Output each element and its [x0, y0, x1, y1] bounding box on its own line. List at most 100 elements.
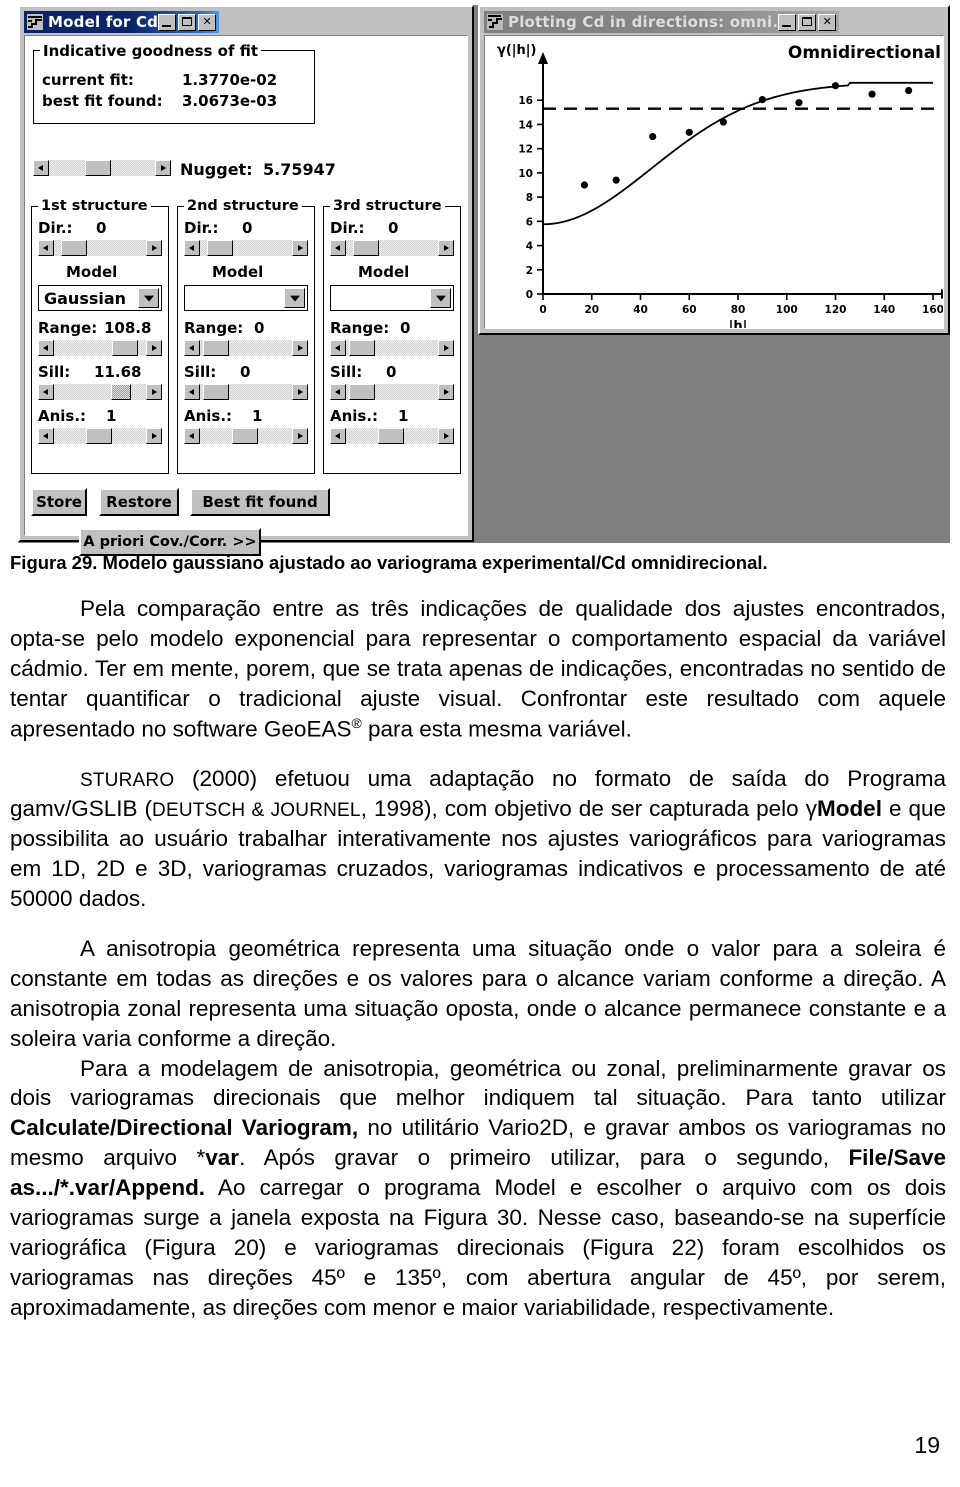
- store-button[interactable]: Store: [31, 488, 87, 516]
- screenshot-region: Model for Cd ✕ Indicative goodness of fi…: [0, 0, 960, 556]
- chevron-down-icon[interactable]: [284, 288, 305, 308]
- model-window-title: Model for Cd: [48, 13, 159, 31]
- structure3-range-thumb[interactable]: [348, 340, 375, 356]
- structure2-anis-right-arrow[interactable]: [292, 428, 308, 444]
- structure3-sill-left-arrow[interactable]: [330, 384, 346, 400]
- nugget-slider-track[interactable]: [49, 160, 155, 176]
- second-structure-group: 2nd structure Dir.: 0 Model Range: 0 Sil…: [177, 198, 315, 474]
- nugget-slider-right-arrow[interactable]: [155, 160, 171, 176]
- structure3-dir-label: Dir.:: [330, 219, 365, 237]
- structure2-dir-right-arrow[interactable]: [292, 240, 308, 256]
- svg-text:4: 4: [526, 241, 533, 253]
- structure2-anis-left-arrow[interactable]: [184, 428, 200, 444]
- structure1-sill-thumb[interactable]: [111, 384, 132, 400]
- plot-window-titlebar[interactable]: Plotting Cd in directions: omni. ✕: [484, 11, 840, 33]
- structure1-sill-left-arrow[interactable]: [38, 384, 54, 400]
- structure1-model-combobox[interactable]: Gaussian: [38, 285, 162, 311]
- structure3-sill-thumb[interactable]: [348, 384, 375, 400]
- structure1-anis-thumb[interactable]: [86, 428, 113, 444]
- minimize-button[interactable]: [158, 13, 177, 31]
- best-fit-found-label: best fit found:: [42, 92, 163, 110]
- structure2-anis-thumb[interactable]: [232, 428, 259, 444]
- structure2-dir-thumb[interactable]: [207, 240, 234, 256]
- svg-text:100: 100: [776, 304, 798, 316]
- structure3-sill-right-arrow[interactable]: [438, 384, 454, 400]
- structure1-range-thumb[interactable]: [111, 340, 138, 356]
- structure3-model-combobox[interactable]: [330, 285, 454, 311]
- structure2-range-slider[interactable]: [184, 340, 308, 356]
- structure1-sill-track[interactable]: [54, 384, 146, 400]
- structure1-sill-slider[interactable]: [38, 384, 162, 400]
- plot-window-icon[interactable]: [487, 14, 503, 30]
- structure2-range-left-arrow[interactable]: [184, 340, 200, 356]
- structure2-sill-track[interactable]: [200, 384, 292, 400]
- structure2-sill-slider[interactable]: [184, 384, 308, 400]
- structure3-anis-slider[interactable]: [330, 428, 454, 444]
- structure2-dir-slider[interactable]: [184, 240, 308, 256]
- structure1-anis-left-arrow[interactable]: [38, 428, 54, 444]
- structure3-range-left-arrow[interactable]: [330, 340, 346, 356]
- close-button[interactable]: ✕: [818, 13, 837, 31]
- structure3-dir-track[interactable]: [346, 240, 438, 256]
- structure1-dir-right-arrow[interactable]: [146, 240, 162, 256]
- structure1-range-right-arrow[interactable]: [146, 340, 162, 356]
- structure1-anis-track[interactable]: [54, 428, 146, 444]
- svg-text:80: 80: [731, 304, 746, 316]
- structure3-dir-left-arrow[interactable]: [330, 240, 346, 256]
- nugget-slider[interactable]: [33, 160, 171, 176]
- structure1-dir-thumb[interactable]: [61, 240, 88, 256]
- structure1-dir-slider[interactable]: [38, 240, 162, 256]
- structure1-dir-track[interactable]: [54, 240, 146, 256]
- structure3-anis-track[interactable]: [346, 428, 438, 444]
- chevron-down-icon[interactable]: [138, 288, 159, 308]
- structure3-range-slider[interactable]: [330, 340, 454, 356]
- minimize-button[interactable]: [778, 13, 797, 31]
- structure3-dir-slider[interactable]: [330, 240, 454, 256]
- structure3-sill-slider[interactable]: [330, 384, 454, 400]
- maximize-button[interactable]: [178, 13, 197, 31]
- structure1-range-left-arrow[interactable]: [38, 340, 54, 356]
- structure1-sill-right-arrow[interactable]: [146, 384, 162, 400]
- structure2-sill-label: Sill:: [184, 363, 217, 381]
- structure1-anis-slider[interactable]: [38, 428, 162, 444]
- chevron-down-icon[interactable]: [430, 288, 451, 308]
- variogram-window-icon[interactable]: [27, 14, 43, 30]
- structure3-range-track[interactable]: [346, 340, 438, 356]
- structure2-model-combobox[interactable]: [184, 285, 308, 311]
- structure2-range-thumb[interactable]: [202, 340, 229, 356]
- restore-button[interactable]: Restore: [99, 488, 179, 516]
- svg-text:0: 0: [526, 289, 533, 301]
- structure2-sill-left-arrow[interactable]: [184, 384, 200, 400]
- structure3-sill-track[interactable]: [346, 384, 438, 400]
- nugget-slider-thumb[interactable]: [85, 160, 112, 176]
- first-structure-legend: 1st structure: [38, 198, 151, 214]
- structure2-dir-left-arrow[interactable]: [184, 240, 200, 256]
- structure1-dir-left-arrow[interactable]: [38, 240, 54, 256]
- best-fit-found-button[interactable]: Best fit found: [190, 488, 330, 516]
- close-button[interactable]: ✕: [198, 13, 217, 31]
- structure3-dir-thumb[interactable]: [353, 240, 380, 256]
- svg-text:8: 8: [526, 192, 533, 204]
- structure2-sill-right-arrow[interactable]: [292, 384, 308, 400]
- structure2-model-label: Model: [212, 263, 264, 281]
- structure1-range-slider[interactable]: [38, 340, 162, 356]
- maximize-button[interactable]: [798, 13, 817, 31]
- structure2-anis-slider[interactable]: [184, 428, 308, 444]
- structure1-anis-right-arrow[interactable]: [146, 428, 162, 444]
- structure2-range-right-arrow[interactable]: [292, 340, 308, 356]
- structure2-dir-track[interactable]: [200, 240, 292, 256]
- structure3-anis-left-arrow[interactable]: [330, 428, 346, 444]
- structure3-dir-right-arrow[interactable]: [438, 240, 454, 256]
- structure2-sill-thumb[interactable]: [202, 384, 229, 400]
- structure2-range-track[interactable]: [200, 340, 292, 356]
- structure3-anis-thumb[interactable]: [378, 428, 405, 444]
- structure2-anis-track[interactable]: [200, 428, 292, 444]
- nugget-slider-left-arrow[interactable]: [33, 160, 49, 176]
- model-window-titlebar[interactable]: Model for Cd ✕: [24, 11, 220, 33]
- structure1-range-track[interactable]: [54, 340, 146, 356]
- structure3-anis-right-arrow[interactable]: [438, 428, 454, 444]
- svg-text:6: 6: [526, 216, 533, 228]
- structure3-range-right-arrow[interactable]: [438, 340, 454, 356]
